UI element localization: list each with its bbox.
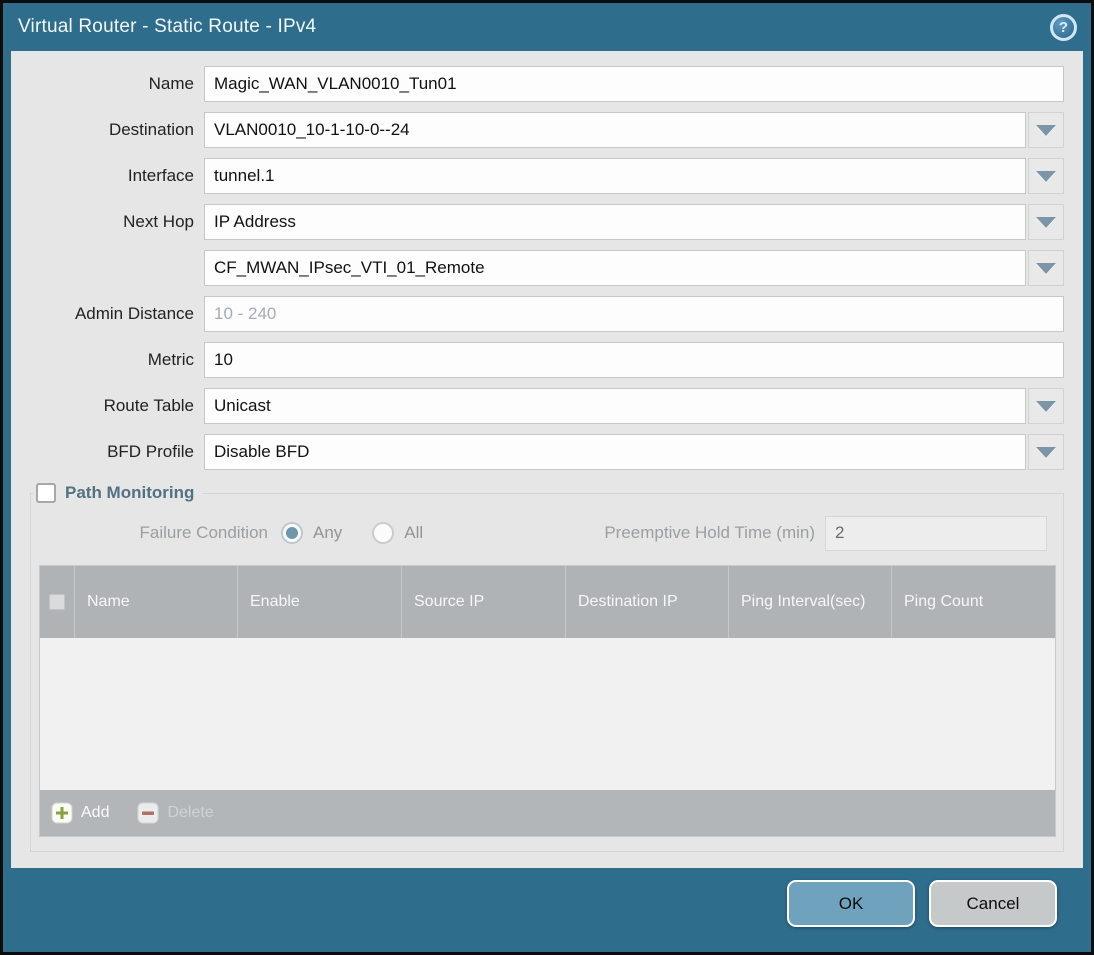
next-hop-type-dropdown-button[interactable] [1028, 204, 1064, 240]
interface-field-wrap [204, 158, 1064, 194]
interface-label: Interface [127, 166, 194, 185]
column-header-name: Name [74, 566, 237, 638]
interface-row: Interface [11, 158, 1064, 194]
metric-row: Metric [11, 342, 1064, 378]
destination-dropdown-button[interactable] [1028, 112, 1064, 148]
admin-distance-label: Admin Distance [74, 304, 194, 323]
select-all-cell [40, 566, 74, 638]
delete-button-label: Delete [167, 804, 214, 821]
bfd-profile-row: BFD Profile [11, 434, 1064, 470]
select-all-checkbox[interactable] [49, 594, 65, 610]
minus-icon [137, 802, 159, 824]
preemptive-hold-time-input[interactable] [825, 515, 1047, 551]
preemptive-hold-time-group: Preemptive Hold Time (min) [604, 515, 1047, 551]
admin-distance-row: Admin Distance [11, 296, 1064, 332]
chevron-down-icon [1036, 446, 1056, 458]
failure-condition-row: Failure Condition Any All Preemptive Hol… [31, 515, 1047, 551]
next-hop-type-input[interactable] [204, 204, 1026, 240]
path-monitoring-checkbox[interactable] [36, 483, 56, 503]
help-icon[interactable]: ? [1050, 13, 1077, 41]
add-button[interactable]: Add [51, 802, 109, 824]
route-table-label: Route Table [103, 396, 194, 415]
dialog-titlebar: Virtual Router - Static Route - IPv4 ? [3, 3, 1091, 51]
bfd-profile-dropdown-button[interactable] [1028, 434, 1064, 470]
failure-condition-any-radio[interactable] [281, 522, 303, 544]
table-toolbar: Add Delete [40, 790, 1055, 836]
delete-button[interactable]: Delete [137, 802, 214, 824]
chevron-down-icon [1036, 262, 1056, 274]
help-glyph: ? [1058, 18, 1069, 36]
admin-distance-field-wrap [204, 296, 1064, 332]
failure-condition-label: Failure Condition [139, 523, 268, 542]
column-header-enable: Enable [237, 566, 401, 638]
name-input[interactable] [204, 66, 1064, 102]
next-hop-label: Next Hop [123, 212, 194, 231]
route-table-field-wrap [204, 388, 1064, 424]
path-monitoring-title: Path Monitoring [65, 483, 195, 502]
next-hop-row: Next Hop [11, 204, 1064, 240]
route-table-input[interactable] [204, 388, 1026, 424]
failure-condition-all-label: All [404, 523, 424, 542]
chevron-down-icon [1036, 400, 1056, 412]
chevron-down-icon [1036, 124, 1056, 136]
bfd-profile-field-wrap [204, 434, 1064, 470]
table-body-empty [40, 638, 1055, 790]
bfd-profile-label: BFD Profile [107, 442, 194, 461]
destination-field-wrap [204, 112, 1064, 148]
dialog-content: Name Destination Interface [11, 51, 1083, 868]
next-hop-address-wrap [204, 250, 1064, 286]
name-field-wrap [204, 66, 1064, 102]
add-button-label: Add [81, 804, 110, 821]
admin-distance-input[interactable] [204, 296, 1064, 332]
path-monitoring-section: Path Monitoring Failure Condition Any Al… [30, 483, 1064, 852]
plus-icon [51, 802, 73, 824]
next-hop-address-row [11, 250, 1064, 286]
chevron-down-icon [1036, 216, 1056, 228]
bfd-profile-input[interactable] [204, 434, 1026, 470]
static-route-dialog: Virtual Router - Static Route - IPv4 ? N… [0, 0, 1094, 955]
path-monitoring-legend: Path Monitoring [33, 483, 203, 503]
column-header-destination-ip: Destination IP [565, 566, 728, 638]
next-hop-address-dropdown-button[interactable] [1028, 250, 1064, 286]
dialog-title: Virtual Router - Static Route - IPv4 [18, 16, 317, 37]
failure-condition-all-radio[interactable] [372, 522, 395, 544]
column-header-ping-count: Ping Count [891, 566, 1055, 638]
destination-input[interactable] [204, 112, 1026, 148]
destination-label: Destination [108, 120, 194, 139]
table-header-row: Name Enable Source IP Destination IP Pin… [40, 566, 1055, 638]
metric-label: Metric [147, 350, 194, 369]
next-hop-address-input[interactable] [204, 250, 1026, 286]
column-header-ping-interval: Ping Interval(sec) [728, 566, 891, 638]
cancel-button[interactable]: Cancel [929, 880, 1057, 927]
metric-input[interactable] [204, 342, 1064, 378]
preemptive-hold-time-label: Preemptive Hold Time (min) [604, 523, 815, 542]
metric-field-wrap [204, 342, 1064, 378]
interface-dropdown-button[interactable] [1028, 158, 1064, 194]
route-table-row: Route Table [11, 388, 1064, 424]
column-header-source-ip: Source IP [401, 566, 565, 638]
failure-condition-any-label: Any [313, 523, 343, 542]
ok-button[interactable]: OK [787, 880, 915, 927]
interface-input[interactable] [204, 158, 1026, 194]
radio-selected-dot [286, 527, 298, 539]
chevron-down-icon [1036, 170, 1056, 182]
dialog-footer: OK Cancel [3, 868, 1091, 952]
name-label: Name [148, 74, 194, 93]
route-table-dropdown-button[interactable] [1028, 388, 1064, 424]
name-row: Name [11, 66, 1064, 102]
next-hop-type-wrap [204, 204, 1064, 240]
destination-row: Destination [11, 112, 1064, 148]
path-monitoring-table: Name Enable Source IP Destination IP Pin… [39, 565, 1056, 837]
